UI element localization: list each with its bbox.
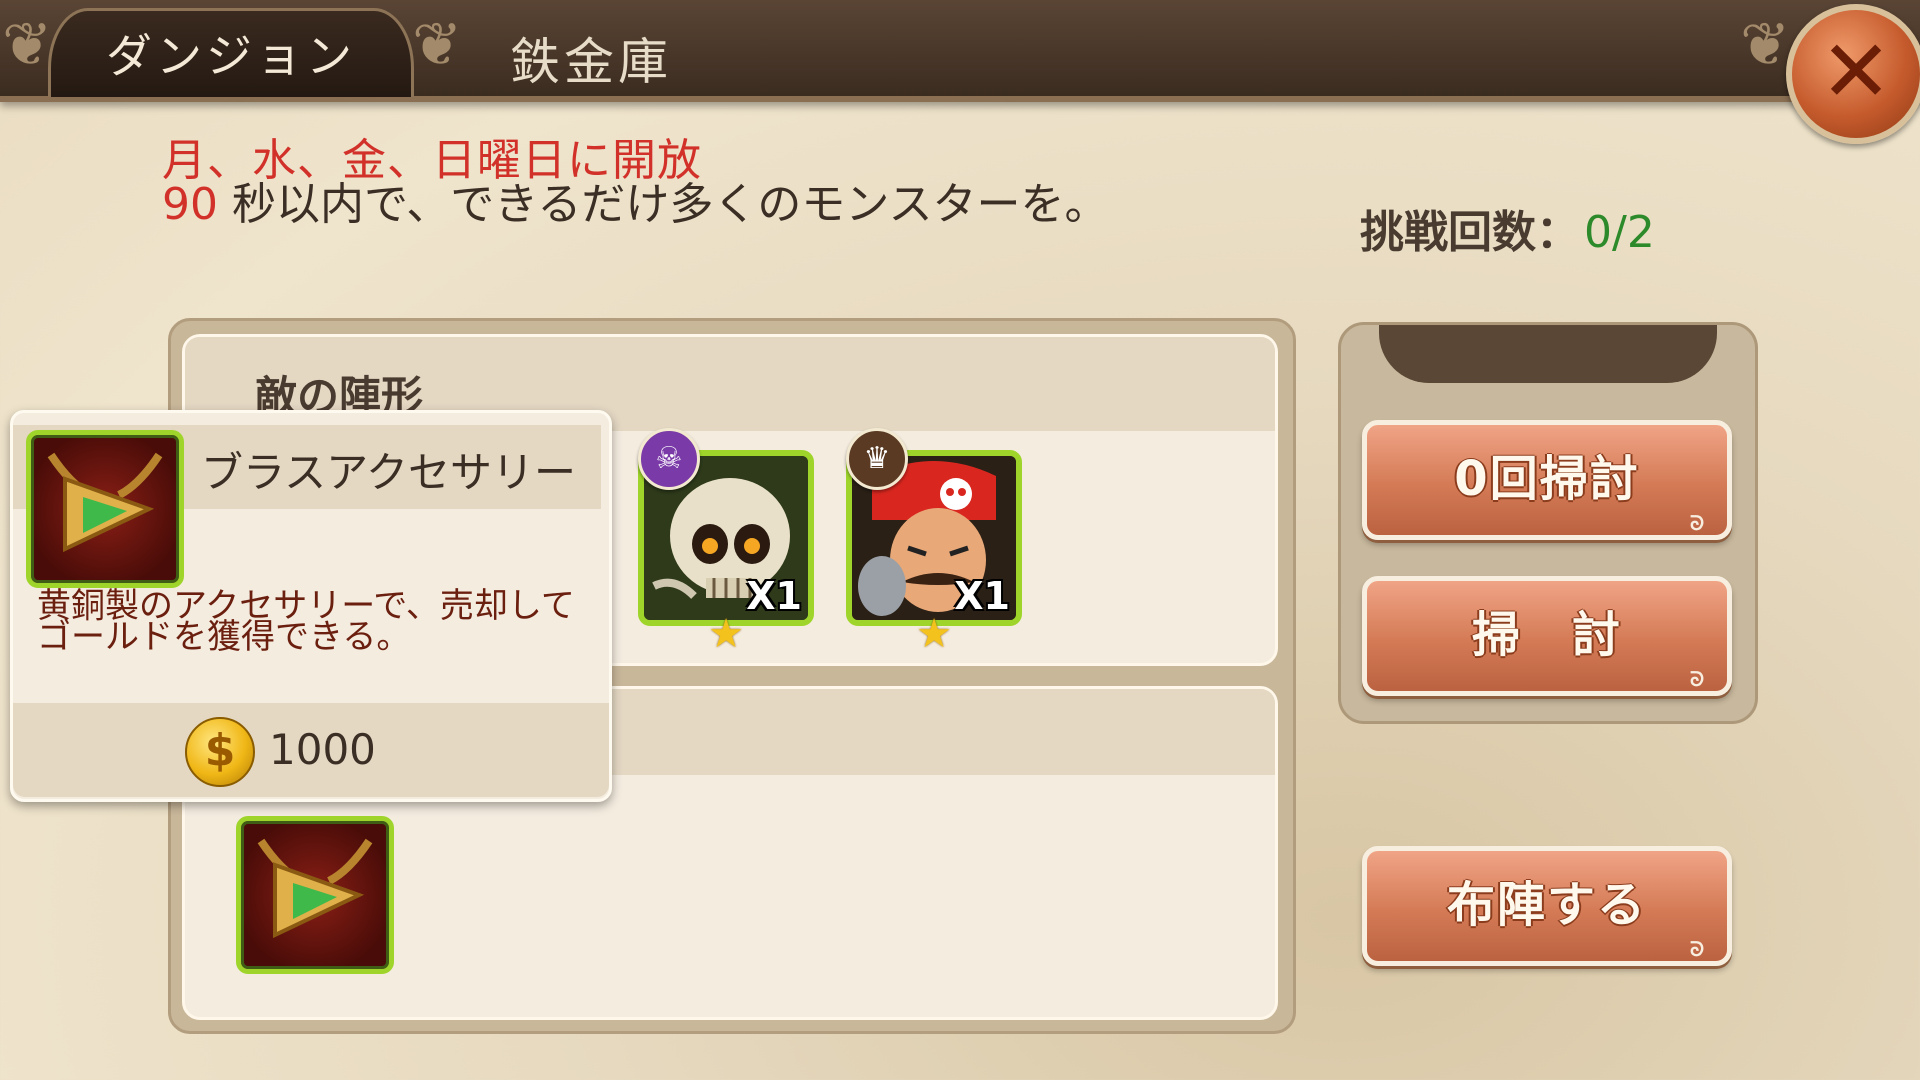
- attempts-label: 挑戦回数：: [1360, 207, 1580, 258]
- star-icon: ★: [916, 611, 952, 657]
- close-icon: ✕: [1819, 22, 1893, 122]
- description-text: 90 秒以内で、できるだけ多くのモンスターを。: [162, 168, 1108, 232]
- tooltip-item-icon-frame: [26, 430, 184, 588]
- tooltip-description: 黄銅製のアクセサリーで、売却して ゴールドを獲得できる。: [37, 589, 597, 657]
- close-button[interactable]: ✕: [1786, 4, 1920, 144]
- actions-panel-notch: [1379, 325, 1717, 383]
- tooltip-item-name: ブラスアクセサリー: [201, 448, 577, 497]
- tooltip-price: 1000: [269, 725, 376, 774]
- gold-coin-icon: $: [185, 717, 255, 787]
- top-bar: ❦ ダンジョン ❦ 鉄金庫 ❦: [0, 0, 1920, 102]
- brass-accessory-icon: [47, 452, 163, 553]
- attempts-counter: 挑戦回数：0/2: [1360, 196, 1655, 260]
- formation-label: 布陣する: [1446, 877, 1647, 933]
- sweep-button[interactable]: 掃 討 ᘐ: [1362, 576, 1732, 696]
- crown-icon: ♛: [846, 428, 908, 490]
- formation-button[interactable]: 布陣する ᘐ: [1362, 846, 1732, 966]
- enemy-count: X1: [954, 574, 1010, 618]
- attempts-value: 0/2: [1584, 207, 1655, 258]
- dungeon-tab[interactable]: ダンジョン: [48, 8, 414, 97]
- tooltip-description-line2: ゴールドを獲得できる。: [37, 617, 411, 657]
- corner-flourish-icon: ᘐ: [1689, 511, 1707, 535]
- sweep-count-button[interactable]: 0回掃討 ᘐ: [1362, 420, 1732, 540]
- scroll-ornament-right-icon: ❦: [412, 10, 463, 80]
- brass-accessory-icon: [257, 838, 373, 939]
- reward-item[interactable]: [236, 816, 394, 974]
- time-limit-value: 90: [162, 179, 218, 230]
- sweep-label: 掃 討: [1471, 607, 1622, 663]
- demon-icon: ☠: [638, 428, 700, 490]
- description-body: 秒以内で、できるだけ多くのモンスターを。: [232, 179, 1109, 230]
- star-icon: ★: [708, 611, 744, 657]
- corner-flourish-icon: ᘐ: [1689, 667, 1707, 691]
- page-title: 鉄金庫: [510, 33, 672, 91]
- corner-flourish-icon: ᘐ: [1689, 937, 1707, 961]
- enemy-count: X1: [746, 574, 802, 618]
- sweep-count-label: 0回掃討: [1454, 451, 1640, 507]
